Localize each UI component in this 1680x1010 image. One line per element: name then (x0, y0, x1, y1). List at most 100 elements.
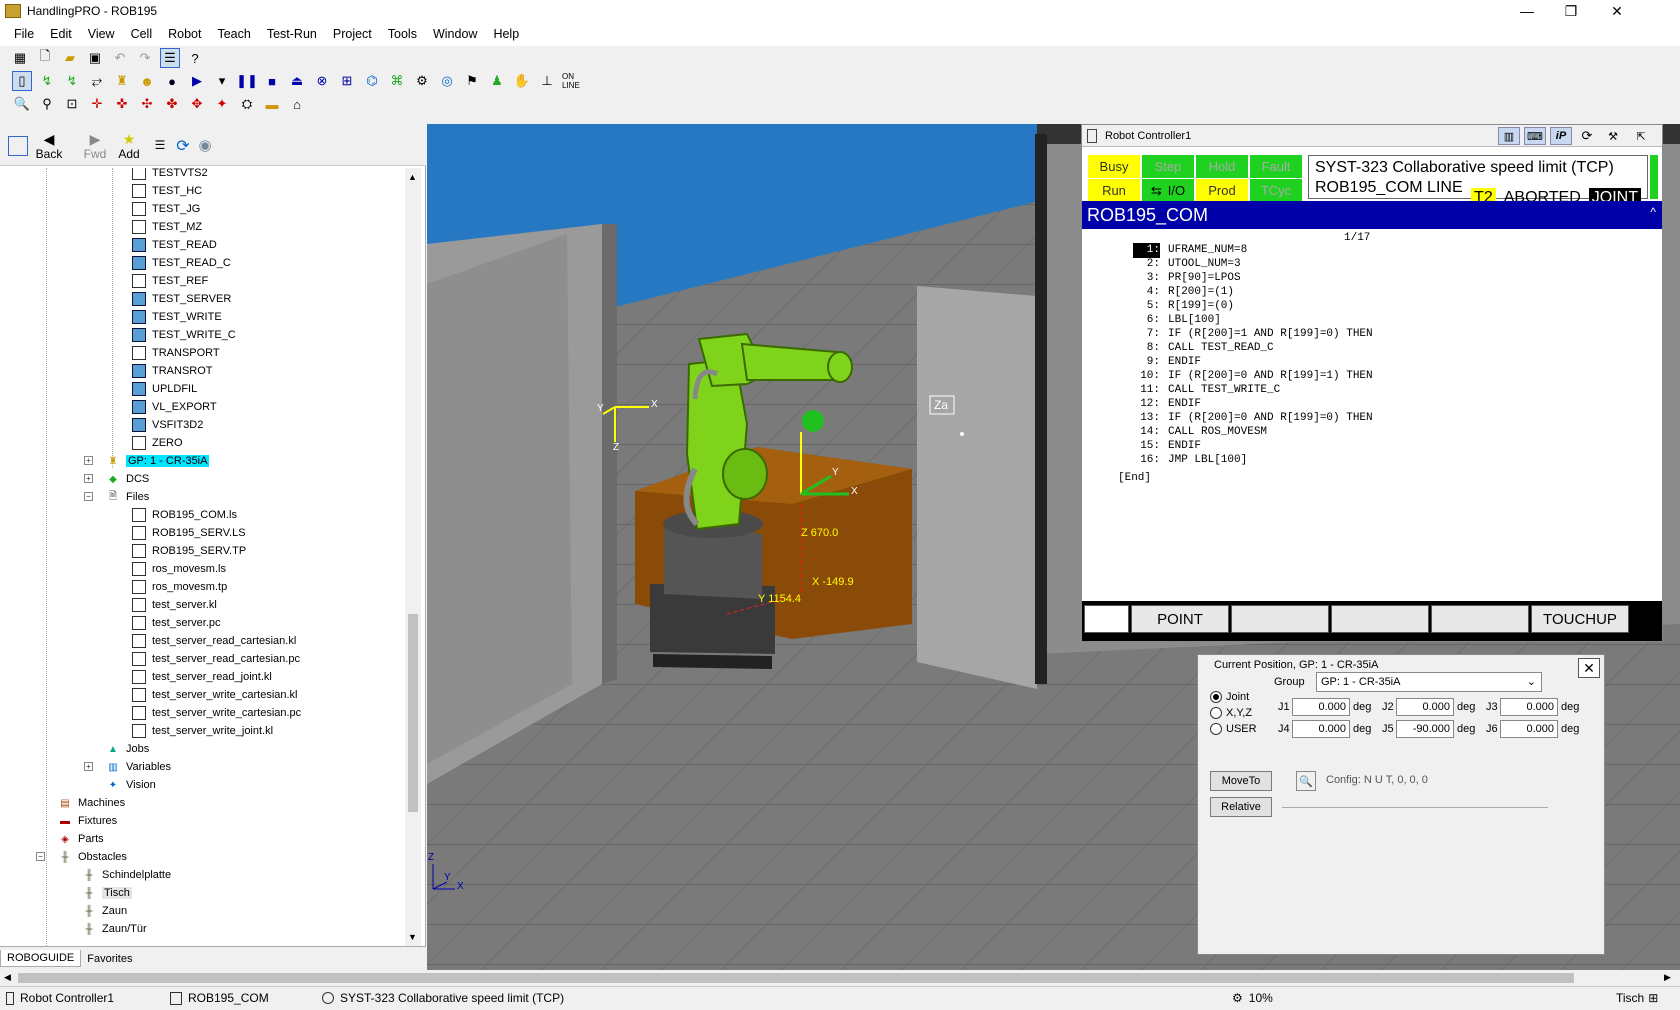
code-line[interactable]: 11: CALL TEST_WRITE_C (1082, 383, 1642, 397)
program-listing[interactable]: 1/17 1: UFRAME_NUM=8 2: UTOOL_NUM=3 3: PR[90]… (1082, 229, 1662, 601)
refresh-icon[interactable]: ⟳ (174, 136, 192, 156)
fkey-3[interactable] (1231, 605, 1329, 633)
fkey-point[interactable]: POINT (1131, 605, 1229, 633)
file-item[interactable]: test_server_write_cartesian.pc (132, 704, 301, 722)
refresh-pendant-icon[interactable]: ⟳ (1576, 127, 1598, 145)
io-panel-icon[interactable]: ⊞ (337, 71, 357, 91)
code-line[interactable]: 3: PR[90]=LPOS (1082, 271, 1642, 285)
ipendant-icon[interactable]: iP (1550, 127, 1572, 145)
menu-tools[interactable]: Tools (380, 27, 425, 41)
jog-icon[interactable]: ↯ (37, 71, 57, 91)
program-item[interactable]: TEST_SERVER (132, 290, 231, 308)
open-folder-icon[interactable]: ▰ (60, 48, 80, 68)
code-line[interactable]: 8: CALL TEST_READ_C (1082, 341, 1642, 355)
popout-icon[interactable]: ⇱ (1630, 127, 1652, 145)
menu-cell[interactable]: Cell (123, 27, 161, 41)
file-item[interactable]: test_server_read_cartesian.kl (132, 632, 296, 650)
robot-icon[interactable]: ♜ (112, 71, 132, 91)
tree-fixtures[interactable]: ▬ Fixtures (58, 812, 117, 830)
measure-icon[interactable]: ⊥ (537, 71, 557, 91)
relative-button[interactable]: Relative (1210, 797, 1272, 817)
jog-coord-icon[interactable]: ↯ (62, 71, 82, 91)
cell-browser-icon[interactable]: ☰ (160, 48, 180, 68)
hand-icon[interactable]: ✋ (512, 71, 532, 91)
expand-icon[interactable]: + (84, 762, 93, 771)
code-line[interactable]: 13: IF (R[200]=0 AND R[199]=0) THEN (1082, 411, 1642, 425)
expand-icon[interactable]: + (84, 474, 93, 483)
radio-user[interactable] (1210, 723, 1222, 735)
code-line[interactable]: 6: LBL[100] (1082, 313, 1642, 327)
list-icon[interactable]: ☰ (152, 138, 168, 152)
new-file-icon[interactable]: 🗋 (35, 48, 55, 68)
program-item[interactable]: TEST_MZ (132, 218, 202, 236)
tree-dcs[interactable]: + ◆ DCS (84, 470, 149, 488)
file-item[interactable]: ROB195_COM.ls (132, 506, 237, 524)
fkey-5[interactable] (1431, 605, 1529, 633)
code-line[interactable]: 12: ENDIF (1082, 397, 1642, 411)
keyboard-icon[interactable]: ⌨ (1524, 127, 1546, 145)
j6-field[interactable]: 0.000 (1500, 720, 1558, 738)
browser-toggle-icon[interactable] (8, 136, 28, 156)
code-line[interactable]: 2: UTOOL_NUM=3 (1082, 257, 1642, 271)
view-side-icon[interactable]: ✣ (137, 94, 157, 114)
mode-joint[interactable]: Joint (1210, 691, 1249, 703)
file-item[interactable]: test_server_write_cartesian.kl (132, 686, 298, 704)
record-icon[interactable]: ● (162, 71, 182, 91)
sign-icon[interactable]: ⚑ (462, 71, 482, 91)
tree-machines[interactable]: ▤ Machines (58, 794, 125, 812)
file-item[interactable]: ros_movesm.ls (132, 560, 226, 578)
menu-project[interactable]: Project (325, 27, 380, 41)
scroll-down-icon[interactable]: ▼ (408, 932, 417, 942)
undo-icon[interactable]: ↶ (110, 48, 130, 68)
menu-edit[interactable]: Edit (42, 27, 80, 41)
target-icon[interactable]: ◎ (437, 71, 457, 91)
view-right-icon[interactable]: ✤ (162, 94, 182, 114)
file-item[interactable]: ros_movesm.tp (132, 578, 227, 596)
eject-icon[interactable]: ⏏ (287, 71, 307, 91)
abort-icon[interactable]: ⊗ (312, 71, 332, 91)
obstacle-item[interactable]: ╫ Zaun/Tür (82, 920, 146, 938)
obstacle-item[interactable]: ╫ Zaun (82, 902, 127, 920)
obstacle-item[interactable]: ╫ Schindelplatte (82, 866, 171, 884)
j4-field[interactable]: 0.000 (1292, 720, 1350, 738)
save-icon[interactable]: ▣ (85, 48, 105, 68)
code-line[interactable]: 10: IF (R[200]=0 AND R[199]=1) THEN (1082, 369, 1642, 383)
code-line[interactable]: 15: ENDIF (1082, 439, 1642, 453)
expand-icon[interactable]: + (84, 456, 93, 465)
minimize-button[interactable]: — (1504, 0, 1550, 22)
program-item[interactable]: TEST_HC (132, 182, 202, 200)
gear-icon[interactable]: ⚙ (412, 71, 432, 91)
tree-scroll-thumb[interactable] (408, 614, 418, 812)
file-item[interactable]: test_server_read_joint.kl (132, 668, 272, 686)
restore-button[interactable]: ❐ (1548, 0, 1594, 22)
code-line[interactable]: 7: IF (R[200]=1 AND R[199]=0) THEN (1082, 327, 1642, 341)
h-scroll-thumb[interactable] (18, 973, 1574, 983)
view-front-icon[interactable]: ✛ (87, 94, 107, 114)
menu-view[interactable]: View (80, 27, 123, 41)
ruler-icon[interactable]: ▬ (262, 94, 282, 114)
scroll-right-icon[interactable]: ▶ (1664, 972, 1671, 983)
collapse-icon[interactable]: ^ (1650, 205, 1656, 219)
program-item[interactable]: UPLDFIL (132, 380, 197, 398)
program-item[interactable]: TEST_WRITE_C (132, 326, 236, 344)
tree-parts[interactable]: ◈ Parts (58, 830, 104, 848)
code-line[interactable]: 5: R[199]=(0) (1082, 299, 1642, 313)
close-position-button[interactable]: ✕ (1578, 658, 1600, 678)
code-line[interactable]: 1: UFRAME_NUM=8 (1082, 243, 1642, 258)
tree-scrollbar[interactable]: ▲ ▼ (405, 168, 421, 946)
program-item[interactable]: TEST_REF (132, 272, 208, 290)
j3-field[interactable]: 0.000 (1500, 698, 1558, 716)
stop-icon[interactable]: ■ (262, 71, 282, 91)
teach-pendant-icon[interactable]: ▯ (12, 71, 32, 91)
tree-vision[interactable]: ✦ Vision (106, 776, 156, 794)
zoom-fit-icon[interactable]: ⊡ (62, 94, 82, 114)
code-line[interactable]: 4: R[200]=(1) (1082, 285, 1642, 299)
menu-help[interactable]: Help (485, 27, 527, 41)
frames-icon[interactable]: ⌬ (362, 71, 382, 91)
back-button[interactable]: ◀ Back (32, 131, 66, 161)
program-item[interactable]: VL_EXPORT (132, 398, 217, 416)
program-item[interactable]: ZERO (132, 434, 183, 452)
fkey-4[interactable] (1331, 605, 1429, 633)
program-item[interactable]: VSFIT3D2 (132, 416, 203, 434)
tree-jobs[interactable]: ▲ Jobs (106, 740, 149, 758)
